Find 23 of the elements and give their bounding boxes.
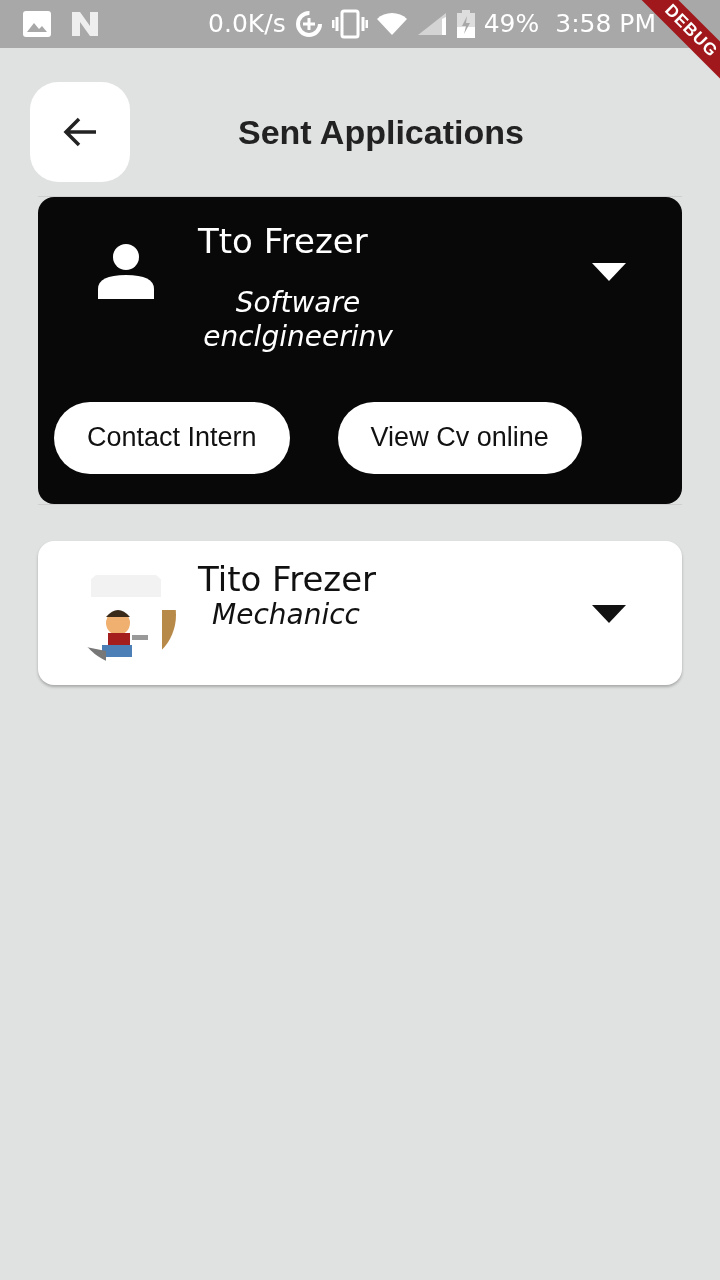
dropdown-caret-icon[interactable] (592, 263, 626, 281)
battery-icon (455, 9, 476, 39)
battery-percent: 49% (483, 8, 540, 41)
action-button[interactable]: View Cv online (337, 401, 582, 474)
back-button[interactable] (30, 82, 130, 182)
applicant-name: Tto Frezer (198, 223, 369, 261)
application-card[interactable]: Tito Frezer Mechanicc (38, 540, 682, 685)
applicant-name: Tito Frezer (198, 560, 378, 598)
clock: 3:58 PM (555, 8, 656, 41)
application-card[interactable]: Tto Frezer Software enclgineerinv Contact Intern View Cv online (38, 197, 682, 504)
person-icon (98, 243, 154, 299)
wifi-icon (375, 11, 408, 37)
data-saver-icon (293, 9, 324, 39)
image-icon (22, 10, 52, 38)
n-logo-icon (70, 10, 100, 38)
network-speed: 0.0K/s (208, 8, 286, 41)
action-button[interactable]: Contact Intern (54, 401, 290, 474)
page-title: Sent Applications (238, 111, 524, 153)
back-arrow-icon (62, 116, 98, 148)
job-title: Mechanicc (212, 597, 361, 632)
job-title: Software enclgineerinv (202, 286, 394, 354)
vibrate-icon (331, 9, 368, 39)
dropdown-caret-icon[interactable] (592, 604, 626, 623)
